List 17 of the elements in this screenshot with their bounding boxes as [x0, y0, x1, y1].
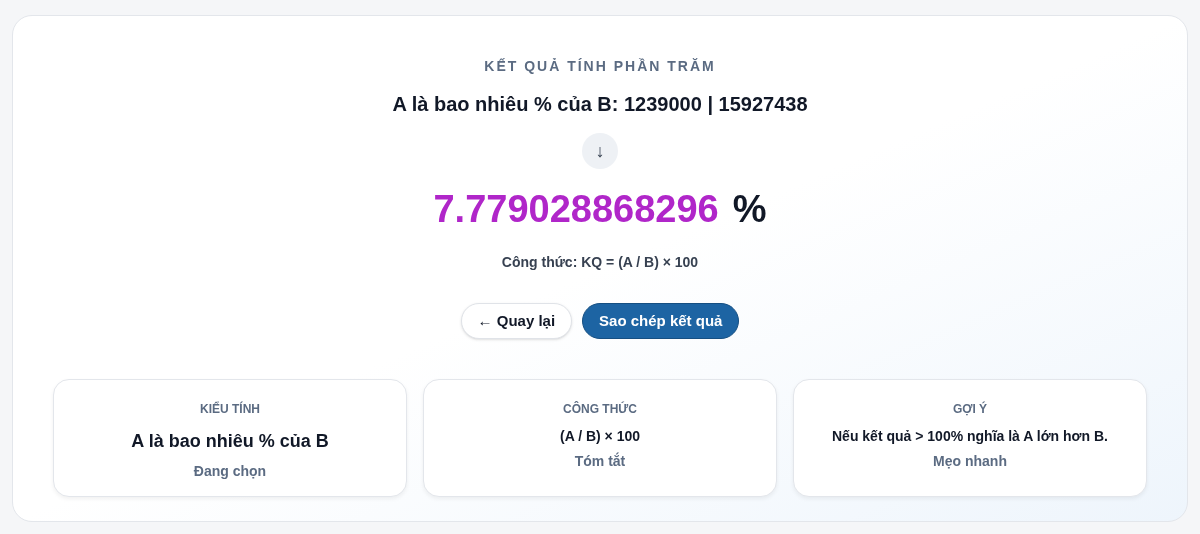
copy-button[interactable]: Sao chép kết quả	[582, 303, 740, 339]
formula-text: Công thức: KQ = (A / B) × 100	[501, 253, 699, 272]
back-button[interactable]: ← Quay lại	[460, 303, 573, 339]
card-note: Mẹo nhanh	[933, 452, 1007, 471]
card-heading: KIỂU TÍNH	[200, 400, 260, 418]
card-note: Đang chọn	[193, 462, 267, 481]
arrow-badge: ↓	[582, 133, 618, 169]
card-value: (A / B) × 100	[560, 427, 640, 446]
card-heading: CÔNG THỨC	[563, 400, 637, 418]
card-value: Nếu kết quả > 100% nghĩa là A lớn hơn B.	[832, 427, 1108, 446]
card-value: A là bao nhiêu % của B	[131, 430, 329, 453]
result-unit: %	[732, 187, 767, 232]
calculation-title: A là bao nhiêu % của B: 1239000 | 15927438	[392, 92, 808, 117]
section-label: KẾT QUẢ TÍNH PHẦN TRĂM	[484, 57, 716, 76]
card-note: Tóm tắt	[574, 451, 626, 471]
card-heading: GỢI Ý	[952, 400, 988, 418]
result-value: 7.779028868296	[433, 187, 719, 232]
